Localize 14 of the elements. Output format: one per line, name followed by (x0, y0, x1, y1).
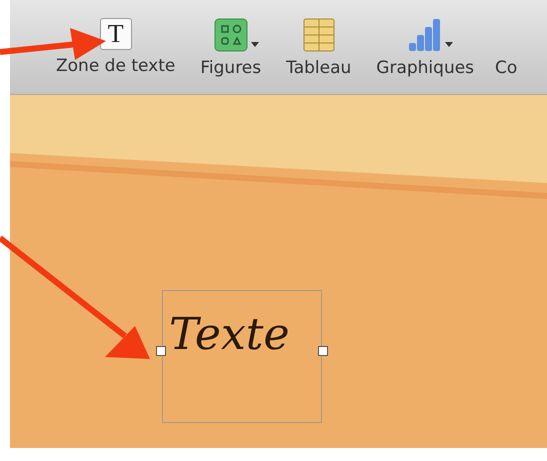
toolbar-button[interactable]: Figures (200, 18, 262, 78)
bar-chart-icon (408, 18, 442, 52)
caret-icon (250, 42, 259, 47)
resize-handle[interactable] (156, 346, 166, 356)
toolbar-button[interactable]: Tableau (286, 18, 352, 78)
table-icon (302, 18, 335, 52)
toolbar-button[interactable]: Co (495, 18, 518, 78)
text-box[interactable]: Texte (162, 290, 322, 423)
resize-handle[interactable] (318, 346, 328, 356)
text-box-icon: T (100, 18, 132, 50)
text-box-text: Texte (169, 309, 290, 360)
caret-icon (445, 42, 454, 47)
shapes-icon (214, 18, 248, 52)
toolbar-button[interactable]: Graphiques (376, 18, 474, 78)
